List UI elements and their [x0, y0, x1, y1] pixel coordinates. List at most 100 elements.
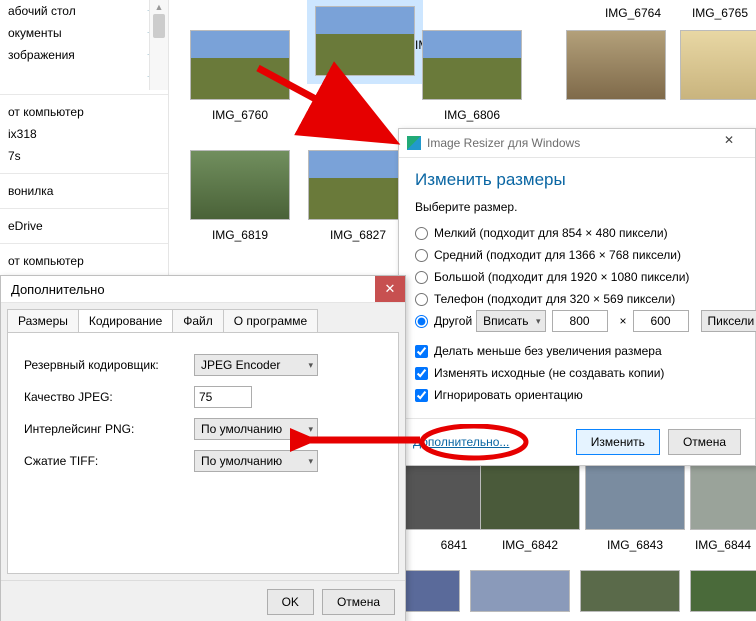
sidebar-item-label: от компьютер	[8, 254, 84, 268]
checkbox-label: Изменять исходные (не создавать копии)	[434, 366, 664, 380]
thumbnail-label: IMG_6842	[480, 538, 580, 552]
ok-button[interactable]: OK	[267, 589, 314, 615]
sidebar-item[interactable]: 7s	[0, 145, 168, 167]
tab-about[interactable]: О программе	[223, 309, 318, 332]
thumbnail[interactable]	[680, 30, 756, 100]
radio-other[interactable]	[415, 315, 428, 328]
checkbox-shrink[interactable]	[415, 345, 428, 358]
tab-encoding[interactable]: Кодирование	[78, 309, 173, 332]
thumbnail[interactable]: IMG_6857	[470, 570, 570, 621]
thumbnail-label: IMG_6844	[690, 538, 756, 552]
thumbnail-label: IMG_6819	[190, 228, 290, 242]
sidebar-item[interactable]: от компьютер	[0, 101, 168, 123]
thumbnail-image	[585, 460, 685, 530]
radio-label: Другой	[434, 314, 472, 328]
thumbnail[interactable]: IMG_6764	[583, 0, 683, 20]
radio-label: Телефон (подходит для 320 × 569 пиксели)	[434, 292, 675, 306]
check-ignore[interactable]: Игнорировать ориентацию	[415, 384, 739, 406]
sidebar-item-label: от компьютер	[8, 105, 84, 119]
size-option-large[interactable]: Большой (подходит для 1920 × 1080 пиксел…	[415, 266, 739, 288]
checkbox-ignore[interactable]	[415, 389, 428, 402]
tiff-compression-select[interactable]: По умолчанию	[194, 450, 318, 472]
size-option-small[interactable]: Мелкий (подходит для 854 × 480 пиксели)	[415, 222, 739, 244]
checkbox-label: Игнорировать ориентацию	[434, 388, 583, 402]
cancel-button[interactable]: Отмена	[322, 589, 395, 615]
multiply-sign: ×	[620, 314, 627, 328]
tab-sizes[interactable]: Размеры	[7, 309, 79, 332]
size-option-medium[interactable]: Средний (подходит для 1366 × 768 пиксели…	[415, 244, 739, 266]
size-option-phone[interactable]: Телефон (подходит для 320 × 569 пиксели)	[415, 288, 739, 310]
check-replace[interactable]: Изменять исходные (не создавать копии)	[415, 362, 739, 384]
unit-select[interactable]: Пиксели	[701, 310, 756, 332]
thumbnail-label: IMG_6806	[422, 108, 522, 122]
size-option-other[interactable]: Другой Вписать × Пиксели	[415, 310, 739, 332]
thumbnail[interactable]: IMG_6858	[580, 570, 680, 621]
dialog-titlebar[interactable]: Image Resizer для Windows ✕	[399, 129, 755, 158]
sidebar-item-label: 7s	[8, 149, 21, 163]
checkbox-replace[interactable]	[415, 367, 428, 380]
field-label: Сжатие TIFF:	[24, 454, 194, 468]
dialog-title: Image Resizer для Windows	[427, 136, 580, 150]
scrollbar-thumb[interactable]	[153, 14, 165, 38]
dialog-titlebar[interactable]: Дополнительно ✕	[1, 276, 405, 303]
png-interlace-select[interactable]: По умолчанию	[194, 418, 318, 440]
radio-label: Средний (подходит для 1366 × 768 пиксели…	[434, 248, 681, 262]
dialog-title: Дополнительно	[11, 282, 105, 297]
fallback-encoder-row: Резервный кодировщик: JPEG Encoder	[24, 349, 382, 381]
thumbnail[interactable]: IMG_6844	[690, 460, 756, 552]
dialog-subheading: Выберите размер.	[415, 200, 739, 214]
thumbnail[interactable]: IMG_6843	[585, 460, 685, 552]
sidebar-item[interactable]: от компьютер	[0, 250, 168, 272]
fallback-encoder-select[interactable]: JPEG Encoder	[194, 354, 318, 376]
fit-select[interactable]: Вписать	[476, 310, 545, 332]
sidebar-item[interactable]: окументы📌	[0, 22, 168, 44]
thumbnail-image	[308, 150, 408, 220]
sidebar-item[interactable]: зображения📌	[0, 44, 168, 66]
thumbnail-label: IMG_6827	[308, 228, 408, 242]
radio-medium[interactable]	[415, 249, 428, 262]
thumbnail[interactable]: IMG_6819	[190, 150, 290, 242]
thumbnail[interactable]: IMG_6765	[690, 0, 750, 20]
thumbnail-image	[470, 570, 570, 612]
thumbnail[interactable]: IMG_6850	[690, 570, 756, 621]
close-button[interactable]: ✕	[375, 276, 405, 302]
width-input[interactable]	[552, 310, 608, 332]
sidebar-item[interactable]: вонилка	[0, 180, 168, 202]
resize-button[interactable]: Изменить	[576, 429, 660, 455]
thumbnail[interactable]: IMG_6827	[308, 150, 408, 242]
tab-strip: Размеры Кодирование Файл О программе	[1, 303, 405, 332]
radio-large[interactable]	[415, 271, 428, 284]
height-input[interactable]	[633, 310, 689, 332]
sidebar-item[interactable]: eDrive	[0, 215, 168, 237]
thumbnail-image	[190, 150, 290, 220]
thumbnail-label: IMG_6843	[585, 538, 685, 552]
jpeg-quality-row: Качество JPEG:	[24, 381, 382, 413]
thumbnail[interactable]: IMG_6760	[190, 30, 290, 122]
thumbnail[interactable]	[566, 30, 666, 100]
thumbnail-image	[190, 30, 290, 100]
app-icon	[407, 136, 421, 150]
field-label: Качество JPEG:	[24, 390, 194, 404]
cancel-button[interactable]: Отмена	[668, 429, 741, 455]
sidebar-item[interactable]: ix318	[0, 123, 168, 145]
png-interlace-row: Интерлейсинг PNG: По умолчанию	[24, 413, 382, 445]
dialog-heading: Изменить размеры	[415, 170, 739, 190]
sidebar-item[interactable]: абочий стол📌	[0, 0, 168, 22]
tab-file[interactable]: Файл	[172, 309, 224, 332]
thumbnail[interactable]: IMG_6806	[422, 30, 522, 122]
thumbnail-label: IMG_6765	[690, 6, 750, 20]
close-button[interactable]: ✕	[711, 133, 747, 153]
advanced-link[interactable]: Дополнительно...	[413, 435, 509, 449]
radio-small[interactable]	[415, 227, 428, 240]
radio-phone[interactable]	[415, 293, 428, 306]
jpeg-quality-input[interactable]	[194, 386, 252, 408]
thumbnail-image	[690, 460, 756, 530]
sidebar-scrollbar[interactable]: ▲	[149, 0, 168, 90]
check-shrink[interactable]: Делать меньше без увеличения размера	[415, 340, 739, 362]
thumbnail-label: IMG_6760	[190, 108, 290, 122]
thumbnail-label: IMG_6764	[583, 6, 683, 20]
sidebar-separator	[0, 94, 168, 95]
thumbnail-image	[422, 30, 522, 100]
sidebar-item[interactable]: 📌	[0, 66, 168, 88]
thumbnail[interactable]: IMG_6842	[480, 460, 580, 552]
